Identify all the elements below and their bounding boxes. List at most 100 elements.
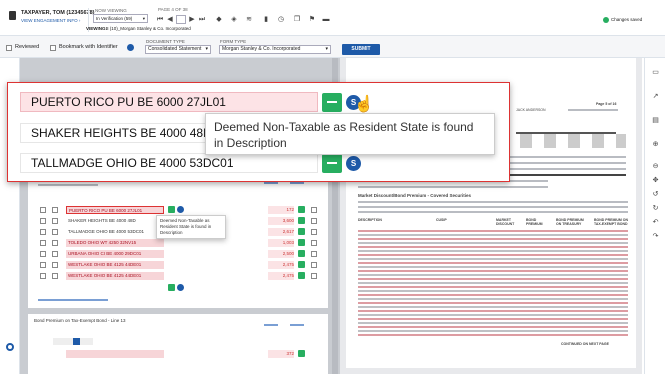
row-checkbox[interactable] bbox=[311, 262, 317, 268]
row-checkbox[interactable] bbox=[311, 218, 317, 224]
submit-button[interactable]: SUBMIT bbox=[342, 44, 380, 55]
row-description[interactable] bbox=[66, 350, 164, 358]
redo-icon[interactable]: ↷ bbox=[651, 232, 660, 241]
row-amount[interactable]: 372 bbox=[268, 350, 294, 358]
next-page-icon[interactable]: ▶ bbox=[188, 16, 196, 24]
tooltip-text: Deemed Non-Taxable as Resident State is … bbox=[214, 120, 474, 150]
zoom-in-icon[interactable]: ⊕ bbox=[651, 140, 660, 149]
action-button[interactable] bbox=[298, 217, 305, 224]
bond-premium-card: Bond Premium on Tax-Exempt Bond - Line 1… bbox=[28, 314, 328, 374]
undo-icon[interactable]: ↶ bbox=[651, 218, 660, 227]
doctype-select[interactable]: Consolidated Statement ▾ bbox=[145, 45, 211, 54]
row-amount[interactable]: 3,600 bbox=[268, 217, 294, 225]
row-description[interactable]: SHAKER HEIGHTS BE 4000 48D bbox=[66, 217, 164, 225]
row-amount[interactable]: 2,475 bbox=[268, 272, 294, 280]
row-checkbox[interactable] bbox=[40, 262, 46, 268]
open-external-icon[interactable]: ↗ bbox=[651, 92, 660, 101]
list-item[interactable]: TOLEDO OHIO WT 4250 32NV15 1,003 bbox=[28, 239, 328, 249]
app-window: TAXPAYER, TOM (12345678) VIEW ENGAGEMENT… bbox=[0, 0, 665, 374]
zoom-row-description[interactable]: PUERTO RICO PU BE 6000 27JL01 bbox=[20, 92, 318, 112]
file-icon[interactable]: ▮ bbox=[262, 16, 270, 24]
zoom-row-description[interactable]: TALLMADGE OHIO BE 4000 53DC01 bbox=[20, 153, 318, 173]
row-description[interactable]: TOLEDO OHIO WT 4250 32NV15 bbox=[66, 239, 164, 247]
info-icon[interactable] bbox=[127, 44, 134, 51]
reviewed-checkbox[interactable] bbox=[6, 45, 12, 51]
row-checkbox[interactable] bbox=[311, 251, 317, 257]
bookmark-checkbox[interactable] bbox=[50, 45, 56, 51]
row-checkbox[interactable] bbox=[52, 218, 58, 224]
bookmark-label: Bookmark with Identifier bbox=[59, 44, 118, 50]
state-button[interactable]: S bbox=[346, 156, 361, 171]
action-button[interactable] bbox=[298, 350, 305, 357]
action-button[interactable] bbox=[298, 272, 305, 279]
row-checkbox[interactable] bbox=[52, 207, 58, 213]
page-current[interactable] bbox=[73, 338, 80, 345]
row-checkbox[interactable] bbox=[311, 229, 317, 235]
zoom-out-icon[interactable]: ⊖ bbox=[651, 162, 660, 171]
doc-column-bp-taxexempt: BOND PREMIUM ON TAX-EXEMPT BOND bbox=[594, 218, 629, 226]
layers-plus-icon[interactable]: ◈ bbox=[230, 16, 238, 24]
row-checkbox[interactable] bbox=[311, 273, 317, 279]
layers-icon[interactable]: ◆ bbox=[215, 16, 223, 24]
delete-icon[interactable]: ▬ bbox=[322, 16, 330, 24]
row-checkbox[interactable] bbox=[52, 251, 58, 257]
row-description[interactable]: WESTLAKE OHIO BE 4125 44DE01 bbox=[66, 261, 164, 269]
print-icon[interactable]: ▭ bbox=[651, 68, 660, 77]
row-checkbox[interactable] bbox=[52, 262, 58, 268]
first-page-icon[interactable]: ⏮ bbox=[156, 16, 164, 24]
row-checkbox[interactable] bbox=[40, 218, 46, 224]
status-select[interactable]: In Verification (59) ▾ bbox=[93, 14, 148, 23]
row-checkbox[interactable] bbox=[40, 229, 46, 235]
stack-icon[interactable]: ≋ bbox=[245, 16, 253, 24]
last-page-icon[interactable]: ⏭ bbox=[198, 16, 206, 24]
row-checkbox[interactable] bbox=[40, 273, 46, 279]
reviewed-label: Reviewed bbox=[15, 44, 40, 50]
page-number-input[interactable] bbox=[176, 15, 186, 24]
row-amount[interactable]: 172 bbox=[268, 206, 294, 214]
prev-page-icon[interactable]: ◀ bbox=[166, 16, 174, 24]
formtype-select[interactable]: Morgan Stanley & Co. Incorporated ▾ bbox=[219, 45, 331, 54]
action-button[interactable] bbox=[298, 206, 305, 213]
state-button[interactable] bbox=[177, 206, 184, 213]
history-icon[interactable]: ◷ bbox=[277, 16, 285, 24]
row-description[interactable]: PUERTO RICO PU BE 6000 27JL01 bbox=[66, 206, 164, 214]
row-amount[interactable]: 2,500 bbox=[268, 250, 294, 258]
row-checkbox[interactable] bbox=[40, 251, 46, 257]
doc-table-body bbox=[358, 230, 628, 338]
row-description[interactable]: URBANA OHIO CI BE 4000 29DC01 bbox=[66, 250, 164, 258]
rotate-right-icon[interactable]: ↻ bbox=[651, 204, 660, 213]
row-description[interactable]: WESTLAKE OHIO BE 4125 44DE01 bbox=[66, 272, 164, 280]
row-description[interactable]: TALLMADGE OHIO BE 4000 53DC01 bbox=[66, 228, 164, 236]
doc-continued: CONTINUED ON NEXT PAGE bbox=[561, 342, 609, 346]
action-button[interactable] bbox=[298, 250, 305, 257]
row-amount[interactable]: 2,475 bbox=[268, 261, 294, 269]
action-button[interactable] bbox=[298, 228, 305, 235]
row-checkbox[interactable] bbox=[311, 207, 317, 213]
action-button[interactable] bbox=[298, 239, 305, 246]
exempt-button[interactable] bbox=[322, 93, 342, 112]
bookmark-icon[interactable]: ⚑ bbox=[308, 16, 316, 24]
doc-column-bond-premium: BOND PREMIUM bbox=[526, 218, 543, 226]
list-item[interactable]: URBANA OHIO CI BE 4000 29DC01 2,500 bbox=[28, 250, 328, 260]
copy-icon[interactable]: ❐ bbox=[293, 16, 301, 24]
exempt-button[interactable] bbox=[168, 206, 175, 213]
settings-icon[interactable] bbox=[6, 343, 14, 351]
exempt-button[interactable] bbox=[322, 154, 342, 173]
row-amount[interactable]: 2,617 bbox=[268, 228, 294, 236]
row-checkbox[interactable] bbox=[40, 207, 46, 213]
fit-icon[interactable]: ✥ bbox=[651, 176, 660, 185]
action-button[interactable] bbox=[298, 261, 305, 268]
view-engagement-link[interactable]: VIEW ENGAGEMENT INFO › bbox=[21, 18, 80, 24]
row-amount[interactable]: 1,003 bbox=[268, 239, 294, 247]
row-checkbox[interactable] bbox=[52, 273, 58, 279]
row-checkbox[interactable] bbox=[52, 240, 58, 246]
state-button[interactable] bbox=[177, 284, 184, 291]
list-item[interactable]: WESTLAKE OHIO BE 4125 44DE01 2,475 bbox=[28, 261, 328, 271]
row-checkbox[interactable] bbox=[40, 240, 46, 246]
exempt-button[interactable] bbox=[168, 284, 175, 291]
row-checkbox[interactable] bbox=[52, 229, 58, 235]
rotate-left-icon[interactable]: ↺ bbox=[651, 190, 660, 199]
list-item[interactable]: WESTLAKE OHIO BE 4125 44DE01 2,475 bbox=[28, 272, 328, 282]
comment-icon[interactable]: ▤ bbox=[651, 116, 660, 125]
row-checkbox[interactable] bbox=[311, 240, 317, 246]
